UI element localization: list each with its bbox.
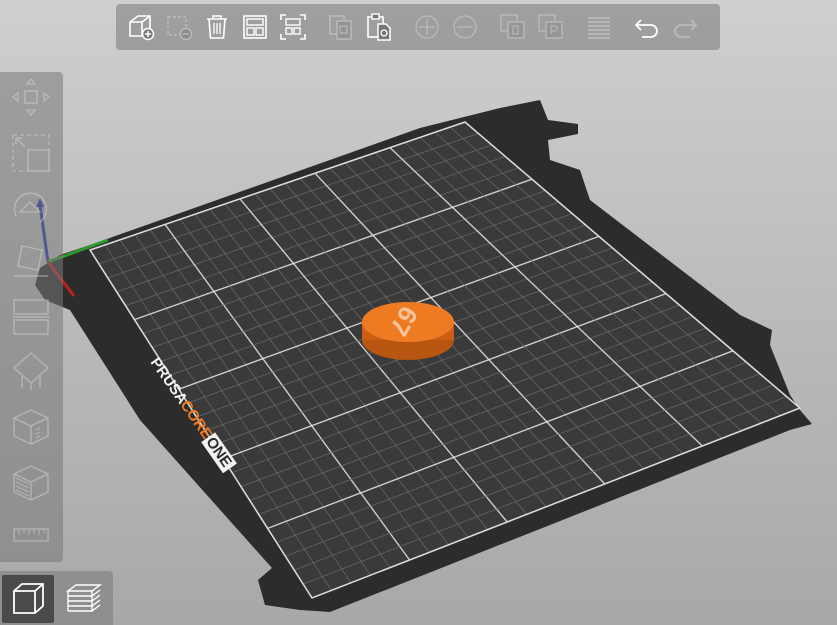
arrange-icon	[243, 15, 267, 39]
layers-editing-button[interactable]	[580, 7, 618, 47]
place-on-face-tool-button[interactable]	[8, 238, 54, 284]
fuzzy-skin-tool-button[interactable]	[8, 460, 54, 506]
scale-icon	[12, 134, 50, 172]
rotate-tool-button[interactable]	[8, 184, 54, 230]
view-switch	[0, 571, 113, 625]
redo-icon	[674, 19, 698, 38]
support-paint-icon	[12, 352, 50, 390]
delete-all-icon	[207, 15, 227, 39]
paste-button[interactable]	[360, 7, 398, 47]
undo-button[interactable]	[628, 7, 666, 47]
delete-button[interactable]	[160, 7, 198, 47]
move-icon	[11, 77, 51, 117]
top-toolbar	[116, 4, 720, 50]
add-instance-icon	[415, 15, 439, 39]
left-toolbar	[0, 72, 63, 562]
move-tool-button[interactable]	[8, 74, 54, 120]
layers-editing-icon	[588, 17, 610, 39]
copy-icon	[329, 15, 352, 40]
split-to-objects-icon	[500, 14, 525, 39]
split-parts-button[interactable]	[532, 7, 570, 47]
remove-instance-icon	[453, 15, 477, 39]
add-button[interactable]	[122, 7, 160, 47]
split-objects-button[interactable]	[494, 7, 532, 47]
preview-icon	[65, 584, 103, 612]
split-to-parts-icon	[538, 14, 563, 39]
seam-paint-tool-button[interactable]	[8, 404, 54, 450]
arrange-selection-button[interactable]	[274, 7, 312, 47]
model-disk-67[interactable]: 67	[362, 301, 454, 360]
remove-instance-button[interactable]	[446, 7, 484, 47]
arrange-button[interactable]	[236, 7, 274, 47]
place-on-face-icon	[14, 245, 48, 277]
undo-icon	[634, 19, 658, 38]
redo-button[interactable]	[666, 7, 704, 47]
measure-icon	[13, 528, 49, 542]
add-object-icon	[129, 15, 155, 41]
cut-tool-button[interactable]	[8, 294, 54, 340]
support-paint-tool-button[interactable]	[8, 348, 54, 394]
rotate-icon	[13, 192, 48, 223]
3d-scene[interactable]: PRUSA CORE ONE 67	[0, 0, 837, 625]
delete-object-icon	[167, 16, 193, 41]
fuzzy-skin-icon	[13, 465, 49, 501]
add-instance-button[interactable]	[408, 7, 446, 47]
scale-tool-button[interactable]	[8, 130, 54, 176]
seam-paint-icon	[13, 409, 49, 445]
arrange-selection-icon	[280, 14, 306, 40]
cut-icon	[12, 299, 50, 335]
3d-view-button[interactable]	[2, 575, 54, 623]
delete-all-button[interactable]	[198, 7, 236, 47]
paste-icon	[367, 13, 391, 41]
measure-tool-button[interactable]	[8, 512, 54, 558]
3d-view-icon	[13, 583, 44, 614]
preview-button[interactable]	[58, 575, 110, 623]
copy-button[interactable]	[322, 7, 360, 47]
